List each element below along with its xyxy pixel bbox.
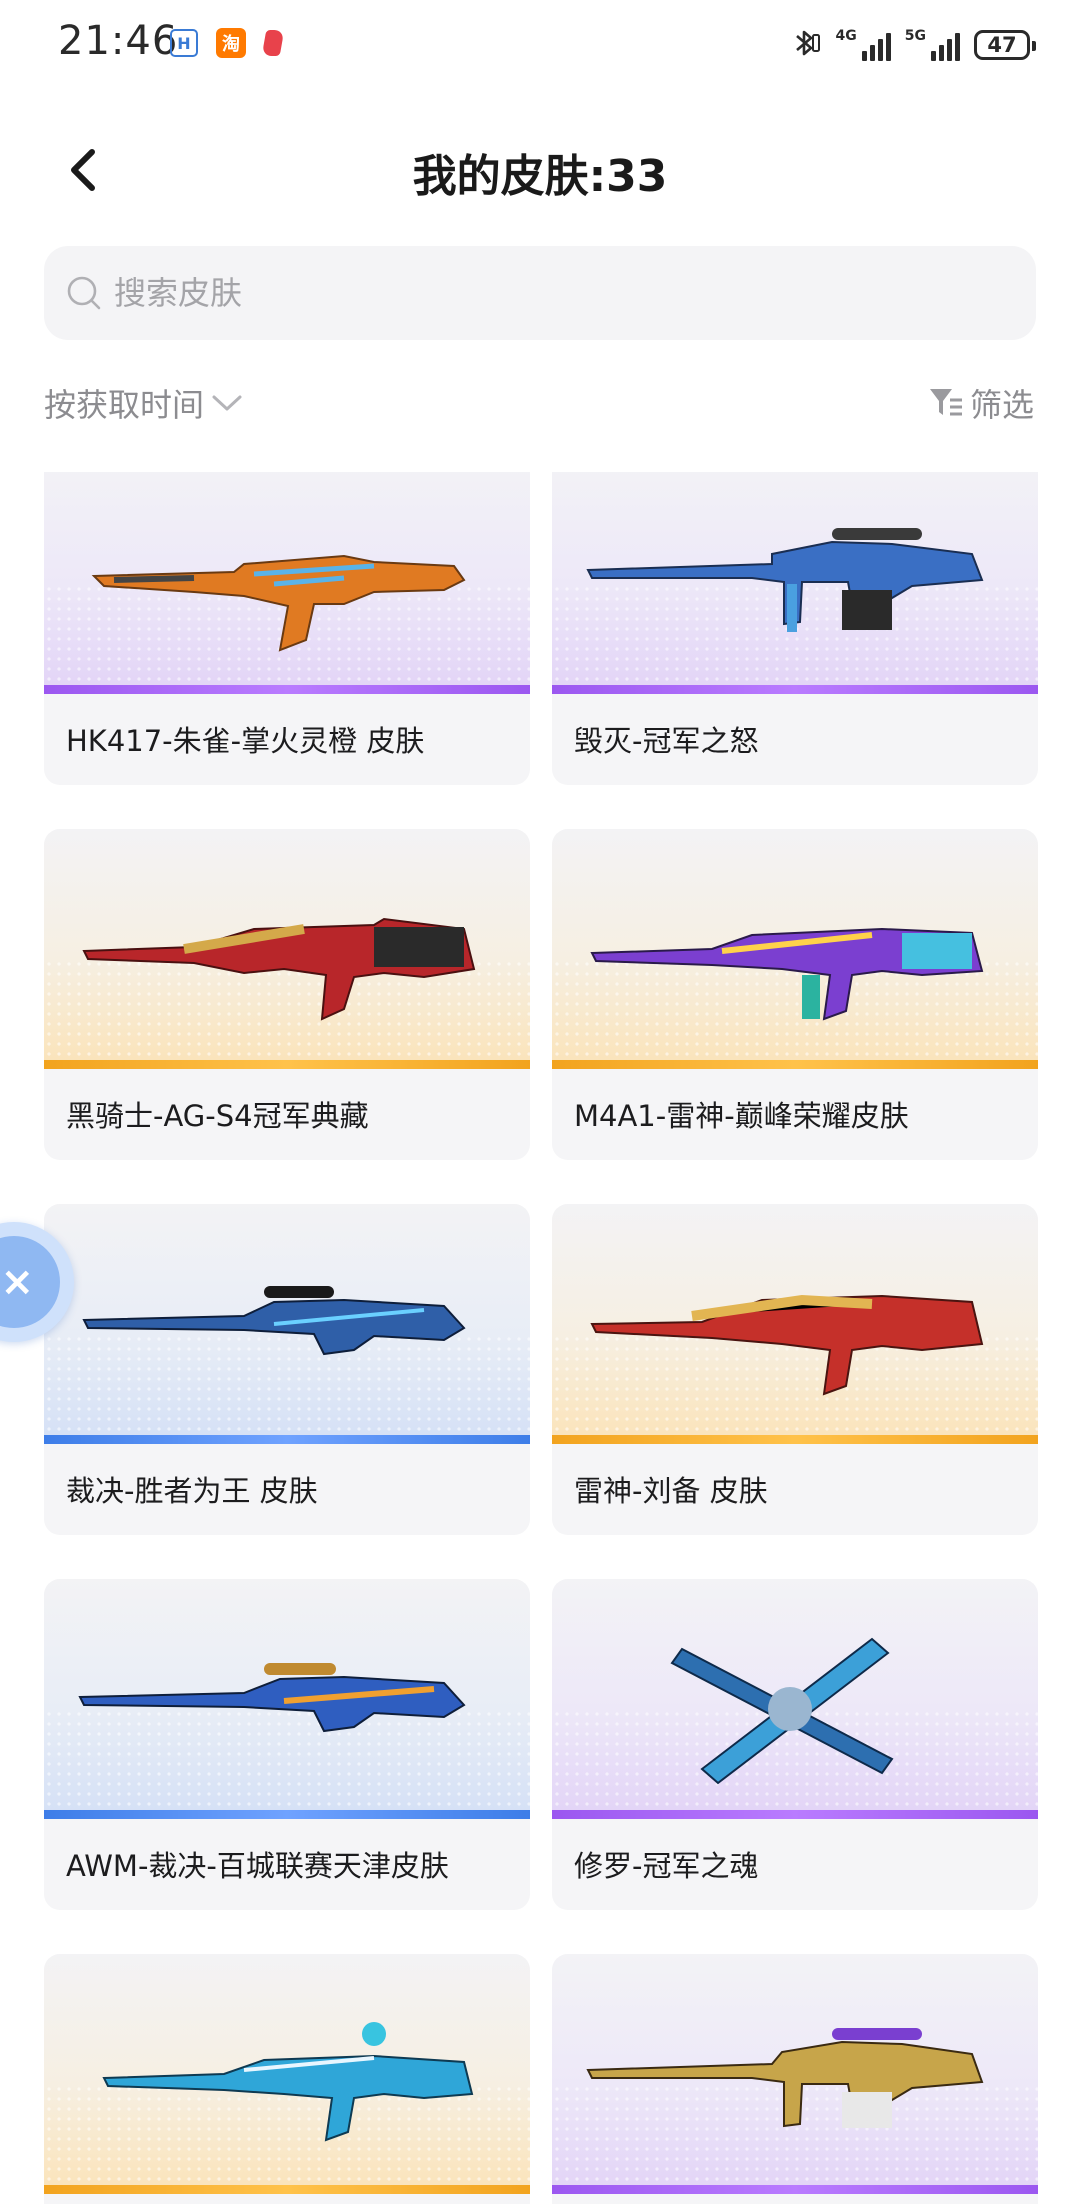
weapon-icon [102,2022,474,2142]
rarity-stripe [44,1810,530,1819]
skin-image [552,829,1038,1069]
weapon-icon [586,2028,984,2128]
skin-image [552,1204,1038,1444]
skin-card[interactable]: 修罗-冠军之魂 [552,1579,1038,1910]
skin-name: 毁灭-冠军之怒 [574,724,759,758]
status-bar: 21:46 H 淘 4G 5G 47 [0,0,1080,92]
skin-image [44,1204,530,1444]
rarity-stripe [44,685,530,694]
skin-image [552,1954,1038,2194]
rarity-stripe [44,2185,530,2194]
skin-list[interactable]: HK417-朱雀-掌火灵橙 皮肤 毁灭-冠军之怒黑骑士-AG-S4冠军典藏 M4A1… [0,472,1080,2204]
weapon-icon [82,917,476,1021]
weapon-icon [590,1294,984,1396]
skin-name: AWM-裁决-百城联赛天津皮肤 [66,1849,449,1883]
page-title: 我的皮肤:33 [412,151,668,202]
rarity-stripe [552,1810,1038,1819]
taobao-icon: 淘 [216,28,246,58]
skin-image [44,1579,530,1819]
filter-icon [929,389,962,416]
weapon-icon [670,1637,894,1785]
search-icon [66,275,102,311]
skin-card[interactable]: 毁灭-巅峰荣耀 皮肤 [552,1954,1038,2204]
rarity-stripe [552,685,1038,694]
skin-card[interactable]: AWM-裁决-百城联赛天津皮肤 [44,1579,530,1910]
skin-card[interactable]: 黑骑士-AG-S4冠军典藏 [44,829,530,1160]
skin-card[interactable]: HK417-朱雀-掌火灵橙 皮肤 [44,472,530,785]
skin-image [552,472,1038,694]
skin-name: M4A1-雷神-巅峰荣耀皮肤 [574,1099,909,1133]
skin-card[interactable]: 雷神-刘备 皮肤 [552,1204,1038,1535]
weapon-icon [78,1663,466,1733]
skin-card[interactable]: M4A1-雷神-巅峰荣耀皮肤 [552,829,1038,1160]
sort-label: 按获取时间 [44,386,205,424]
skin-image [44,1954,530,2194]
sort-dropdown[interactable]: 按获取时间 [44,380,244,426]
search-input[interactable] [112,273,996,313]
pay-icon: H [170,29,198,57]
search-bar[interactable] [44,246,1036,340]
skin-name: HK417-朱雀-掌火灵橙 皮肤 [66,724,425,758]
skin-card[interactable]: 裁决-胜者为王 皮肤 [44,1204,530,1535]
rarity-stripe [44,1060,530,1069]
skin-image [552,1579,1038,1819]
filter-label: 筛选 [969,386,1034,424]
signal-4g-icon: 4G [836,29,891,61]
close-icon: × [0,1236,60,1328]
app-header: 我的皮肤:33 [0,120,1080,220]
rarity-stripe [552,1060,1038,1069]
skin-name: 雷神-刘备 皮肤 [574,1474,768,1508]
rarity-stripe [552,1435,1038,1444]
rarity-stripe [552,2185,1038,2194]
status-indicators: 4G 5G 47 [788,26,1036,64]
weapon-icon [82,1286,466,1356]
weapon-icon [91,554,466,652]
skin-grid: HK417-朱雀-掌火灵橙 皮肤 毁灭-冠军之怒黑骑士-AG-S4冠军典藏 M4A1… [44,472,1038,2204]
skin-image [44,829,530,1069]
skin-name: 裁决-胜者为王 皮肤 [66,1474,318,1508]
weapon-icon [590,927,984,1021]
skin-card[interactable]: 毁灭-冠军之怒 [552,472,1038,785]
status-app-icons: H 淘 [170,28,285,58]
skin-name: 修罗-冠军之魂 [574,1849,759,1883]
skin-card[interactable]: QBZ03-荣耀世冠EP 皮肤 [44,1954,530,2204]
signal-5g-icon: 5G [905,29,960,61]
rarity-stripe [44,1435,530,1444]
chevron-down-icon [212,395,242,411]
red-app-icon [261,30,285,56]
filter-button[interactable]: 筛选 [928,380,1034,426]
status-time: 21:46 [58,18,179,64]
weapon-icon [586,528,984,632]
bluetooth-icon [788,26,822,64]
skin-name: 黑骑士-AG-S4冠军典藏 [66,1099,369,1133]
skin-image [44,472,530,694]
battery-icon: 47 [974,30,1036,60]
